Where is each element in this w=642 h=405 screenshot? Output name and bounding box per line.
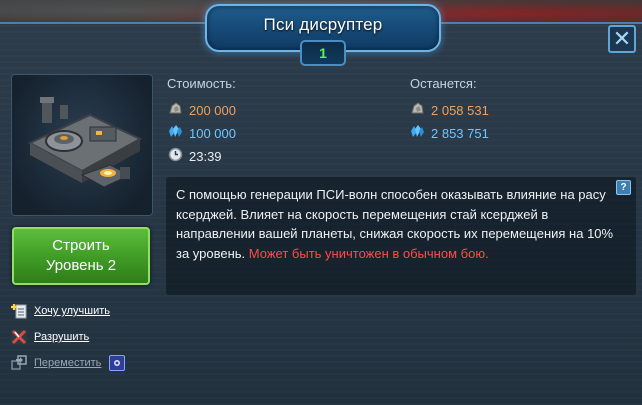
dialog-title: Пси дисруптер [263, 15, 383, 34]
cost-ore-row: 200 000 [168, 101, 236, 119]
clock-icon [168, 147, 183, 165]
wishlist-add-icon [10, 302, 28, 320]
remaining-ore-value: 2 058 531 [431, 102, 489, 118]
move-icon [10, 354, 28, 372]
ore-icon [410, 101, 425, 119]
remaining-crystal-row: 2 853 751 [410, 124, 489, 142]
build-upgrade-button[interactable]: Строить Уровень 2 [12, 227, 150, 285]
premium-icon [109, 355, 126, 371]
description-panel: ? С помощью генерации ПСИ-волн способен … [166, 177, 636, 295]
wishlist-action-label[interactable]: Хочу улучшить [34, 305, 110, 317]
building-actions: Хочу улучшить Разрушить Переместить [10, 298, 126, 376]
building-description: С помощью генерации ПСИ-волн способен ок… [176, 185, 616, 263]
remaining-header: Останется: [410, 76, 477, 91]
move-action[interactable]: Переместить [10, 350, 126, 376]
destroy-icon [10, 328, 28, 346]
cost-ore-value: 200 000 [189, 102, 236, 118]
crystal-icon [168, 124, 183, 142]
cost-crystal-row: 100 000 [168, 124, 236, 142]
building-image [11, 74, 153, 216]
close-icon: ✕ [612, 26, 632, 51]
ore-icon [168, 101, 183, 119]
cost-crystal-value: 100 000 [189, 125, 236, 141]
help-button[interactable]: ? [616, 180, 631, 195]
move-action-label[interactable]: Переместить [34, 357, 101, 369]
psi-disruptor-illustration [27, 97, 143, 188]
destroy-action-label[interactable]: Разрушить [34, 331, 89, 343]
close-button[interactable]: ✕ [608, 25, 636, 53]
cost-header: Стоимость: [167, 76, 236, 91]
wishlist-action[interactable]: Хочу улучшить [10, 298, 125, 324]
description-warning: Может быть уничтожен в обычном бою. [248, 245, 489, 261]
build-level-label: Уровень 2 [45, 257, 117, 274]
level-badge: 1 [300, 40, 346, 66]
cost-time-value: 23:39 [189, 148, 222, 164]
build-label: Строить [52, 237, 110, 254]
remaining-ore-row: 2 058 531 [410, 101, 489, 119]
destroy-action[interactable]: Разрушить [10, 324, 125, 350]
cost-time-row: 23:39 [168, 147, 222, 165]
remaining-crystal-value: 2 853 751 [431, 125, 489, 141]
crystal-icon [410, 124, 425, 142]
